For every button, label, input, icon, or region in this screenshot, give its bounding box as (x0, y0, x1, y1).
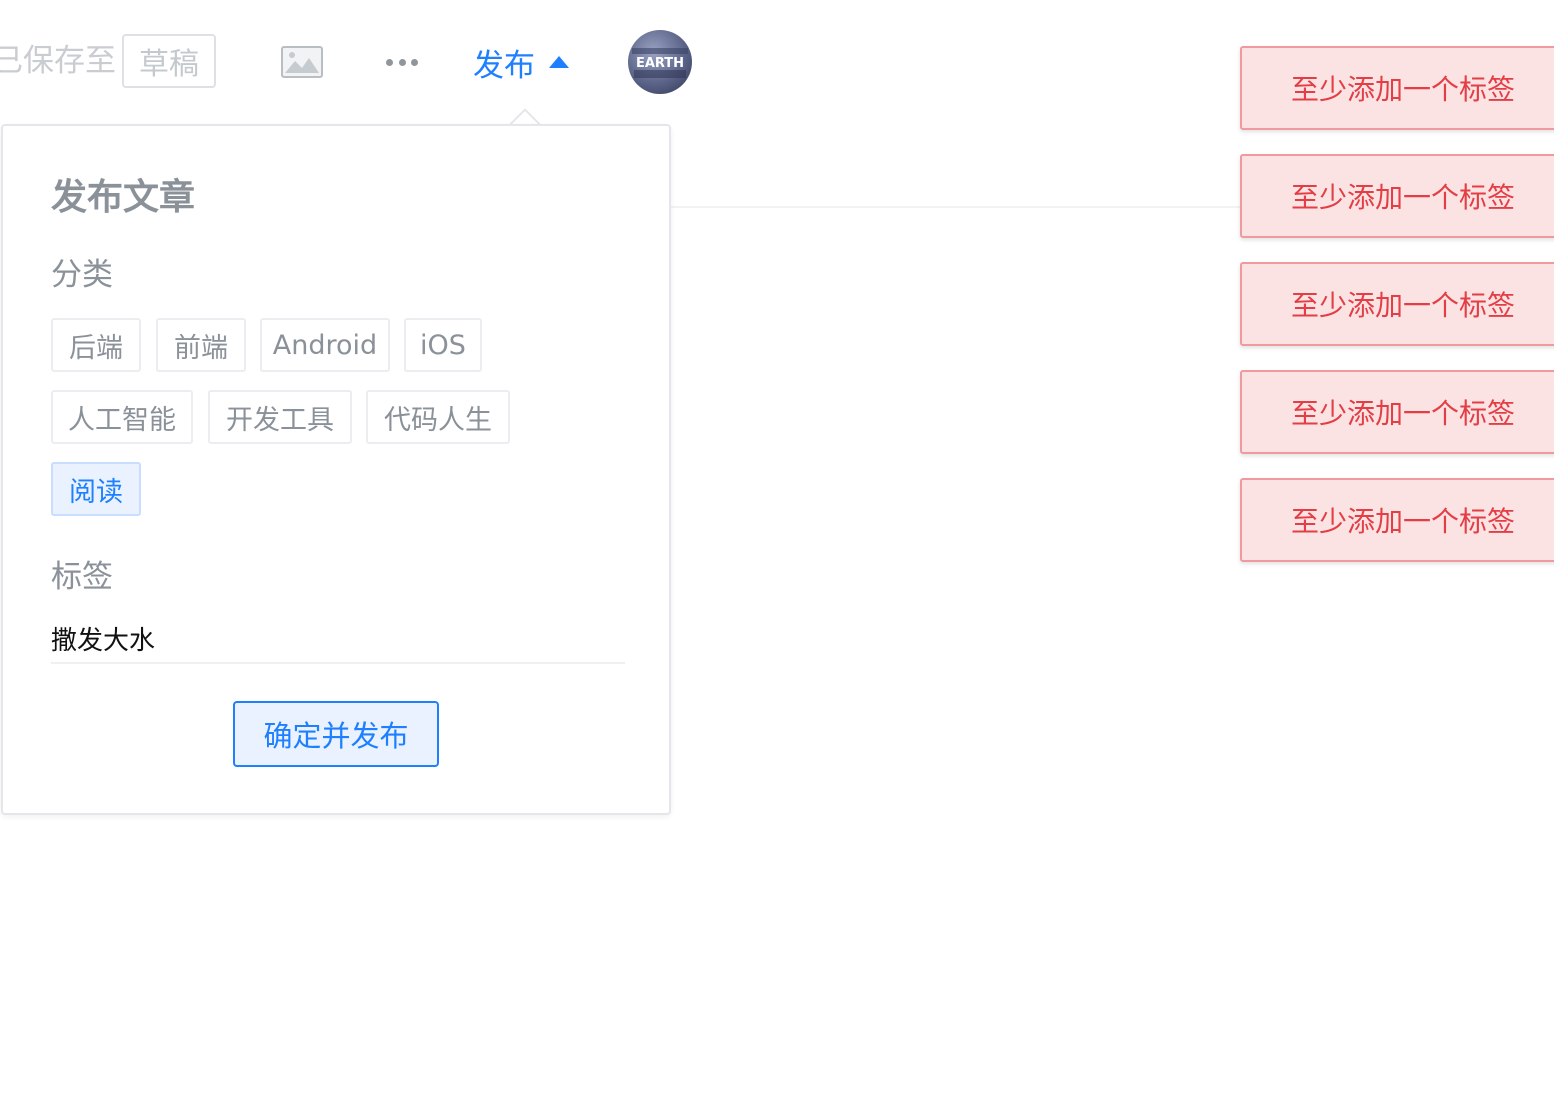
category-tag-devtools[interactable]: 开发工具 (208, 390, 352, 444)
category-tag-reading[interactable]: 阅读 (51, 462, 141, 516)
error-toast: 至少添加一个标签 (1240, 370, 1554, 454)
category-tag-backend[interactable]: 后端 (51, 318, 141, 372)
caret-up-icon (549, 56, 569, 68)
popover-title: 发布文章 (51, 177, 196, 218)
category-tag-android[interactable]: Android (260, 318, 390, 372)
save-status-text: 已保存至 (0, 43, 116, 79)
more-icon[interactable] (380, 48, 424, 76)
publish-popover: 发布文章 分类 后端 前端 Android iOS 人工智能 开发工具 代码人生… (1, 124, 671, 815)
avatar-logo-text: EARTH (636, 56, 684, 71)
category-tag-frontend[interactable]: 前端 (156, 318, 246, 372)
category-tag-ios[interactable]: iOS (404, 318, 482, 372)
tag-input[interactable] (51, 616, 625, 660)
avatar[interactable]: EARTH (628, 30, 692, 94)
confirm-publish-button[interactable]: 确定并发布 (233, 701, 439, 767)
publish-label: 发布 (473, 47, 535, 84)
category-tag-ai[interactable]: 人工智能 (51, 390, 193, 444)
error-toast: 至少添加一个标签 (1240, 154, 1554, 238)
tag-input-wrapper (51, 616, 625, 664)
tag-section-label: 标签 (51, 559, 113, 595)
header-divider (670, 206, 1240, 208)
publish-dropdown-button[interactable]: 发布 (473, 38, 569, 86)
draft-button[interactable]: 草稿 (122, 34, 216, 88)
error-toast: 至少添加一个标签 (1240, 262, 1554, 346)
error-toast: 至少添加一个标签 (1240, 478, 1554, 562)
error-toast: 至少添加一个标签 (1240, 46, 1554, 130)
category-tag-code-life[interactable]: 代码人生 (366, 390, 510, 444)
category-section-label: 分类 (51, 257, 113, 293)
image-icon[interactable] (281, 46, 323, 78)
